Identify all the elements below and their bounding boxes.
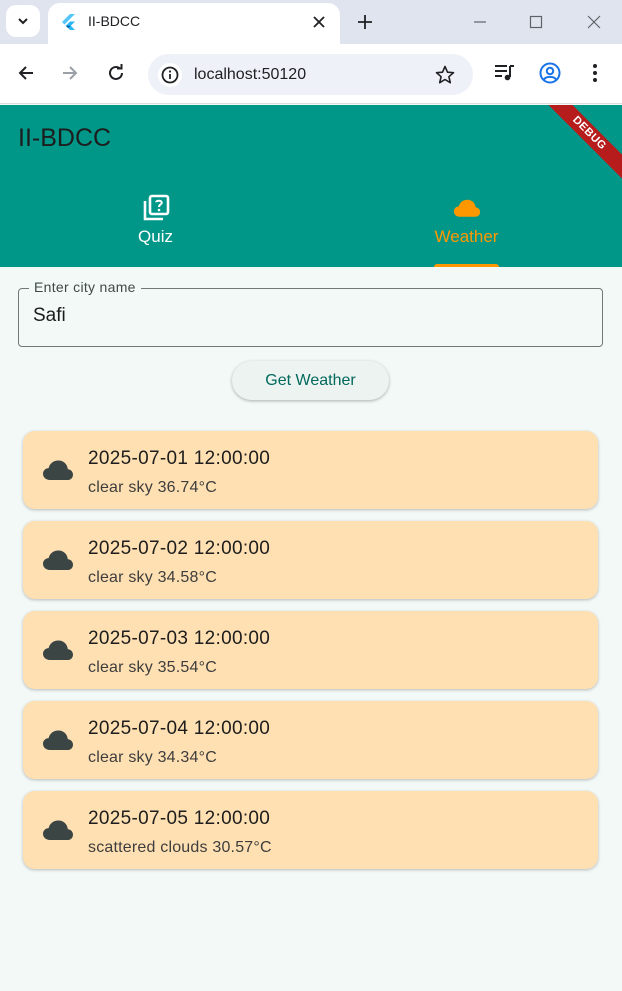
forecast-card[interactable]: 2025-07-02 12:00:00 clear sky 34.58°C [23,521,598,599]
close-window-icon [587,15,601,29]
forecast-card[interactable]: 2025-07-03 12:00:00 clear sky 35.54°C [23,611,598,689]
browser-tab-title: II-BDCC [88,13,141,29]
minimize-icon [474,21,486,23]
forecast-card[interactable]: 2025-07-04 12:00:00 clear sky 34.34°C [23,701,598,779]
bookmark-button[interactable] [433,63,457,87]
url-text: localhost:50120 [194,66,307,83]
cloud-icon [43,640,73,660]
close-window-button[interactable] [582,10,606,34]
app-tab-bar: Quiz Weather [0,191,622,267]
close-icon [313,16,325,28]
cloud-icon [43,730,73,750]
forecast-description: clear sky 34.34°C [88,749,217,766]
reload-button[interactable] [103,60,129,86]
debug-banner: DEBUG [537,105,622,186]
cloud-icon [43,820,73,840]
flutter-icon [62,14,75,30]
forecast-description: clear sky 36.74°C [88,479,217,496]
tab-weather-label: Weather [434,227,499,246]
tab-search-button[interactable] [6,5,40,37]
cloud-icon [43,460,73,480]
cloud-icon [43,550,73,570]
playlist-music-icon [495,65,514,81]
get-weather-button[interactable]: Get Weather [232,361,389,400]
cloud-icon [453,194,481,222]
city-field-label: Enter city name [29,279,141,295]
chevron-down-icon [18,18,28,25]
tab-quiz-label: Quiz [138,227,173,246]
forecast-description: clear sky 35.54°C [88,659,217,676]
arrow-right-icon [63,66,78,80]
forecast-card[interactable]: 2025-07-01 12:00:00 clear sky 36.74°C [23,431,598,509]
forecast-date: 2025-07-03 12:00:00 [88,628,271,649]
forecast-description: clear sky 34.58°C [88,569,217,586]
tab-close-button[interactable] [308,11,330,33]
forecast-date: 2025-07-02 12:00:00 [88,538,271,559]
forecast-description: scattered clouds 30.57°C [88,839,272,856]
maximize-icon [529,15,543,29]
app-bar: II-BDCC DEBUG Quiz Weather [0,105,622,267]
quiz-icon [142,194,170,222]
browser-toolbar: localhost:50120 [0,44,622,104]
forecast-date: 2025-07-05 12:00:00 [88,808,271,829]
maximize-button[interactable] [524,10,548,34]
more-vert-icon [593,64,597,82]
forward-button[interactable] [57,60,83,86]
new-tab-button[interactable] [352,9,378,35]
plus-icon [358,15,372,29]
city-field[interactable]: Enter city name [18,279,603,347]
browser-tab-active[interactable]: II-BDCC [48,3,340,44]
address-bar[interactable]: localhost:50120 [148,54,473,95]
minimize-button[interactable] [468,10,492,34]
city-input[interactable] [33,305,583,327]
tab-weather[interactable]: Weather [311,191,622,267]
app-title: II-BDCC [18,124,112,152]
forecast-date: 2025-07-01 12:00:00 [88,448,271,469]
forecast-date: 2025-07-04 12:00:00 [88,718,271,739]
info-icon [161,66,179,84]
browser-menu-button[interactable] [582,60,608,86]
forecast-card[interactable]: 2025-07-05 12:00:00 scattered clouds 30.… [23,791,598,869]
forecast-list: 2025-07-01 12:00:00 clear sky 36.74°C 20… [23,431,598,881]
back-button[interactable] [13,60,39,86]
profile-button[interactable] [537,60,563,86]
arrow-left-icon [18,66,33,80]
tab-quiz[interactable]: Quiz [0,191,311,267]
reload-icon [109,64,123,80]
media-controls-button[interactable] [492,60,518,86]
browser-tabstrip: II-BDCC [0,0,622,44]
star-icon [435,65,455,84]
site-info-button[interactable] [158,63,182,87]
tab-indicator [434,264,499,267]
account-circle-icon [539,62,561,84]
